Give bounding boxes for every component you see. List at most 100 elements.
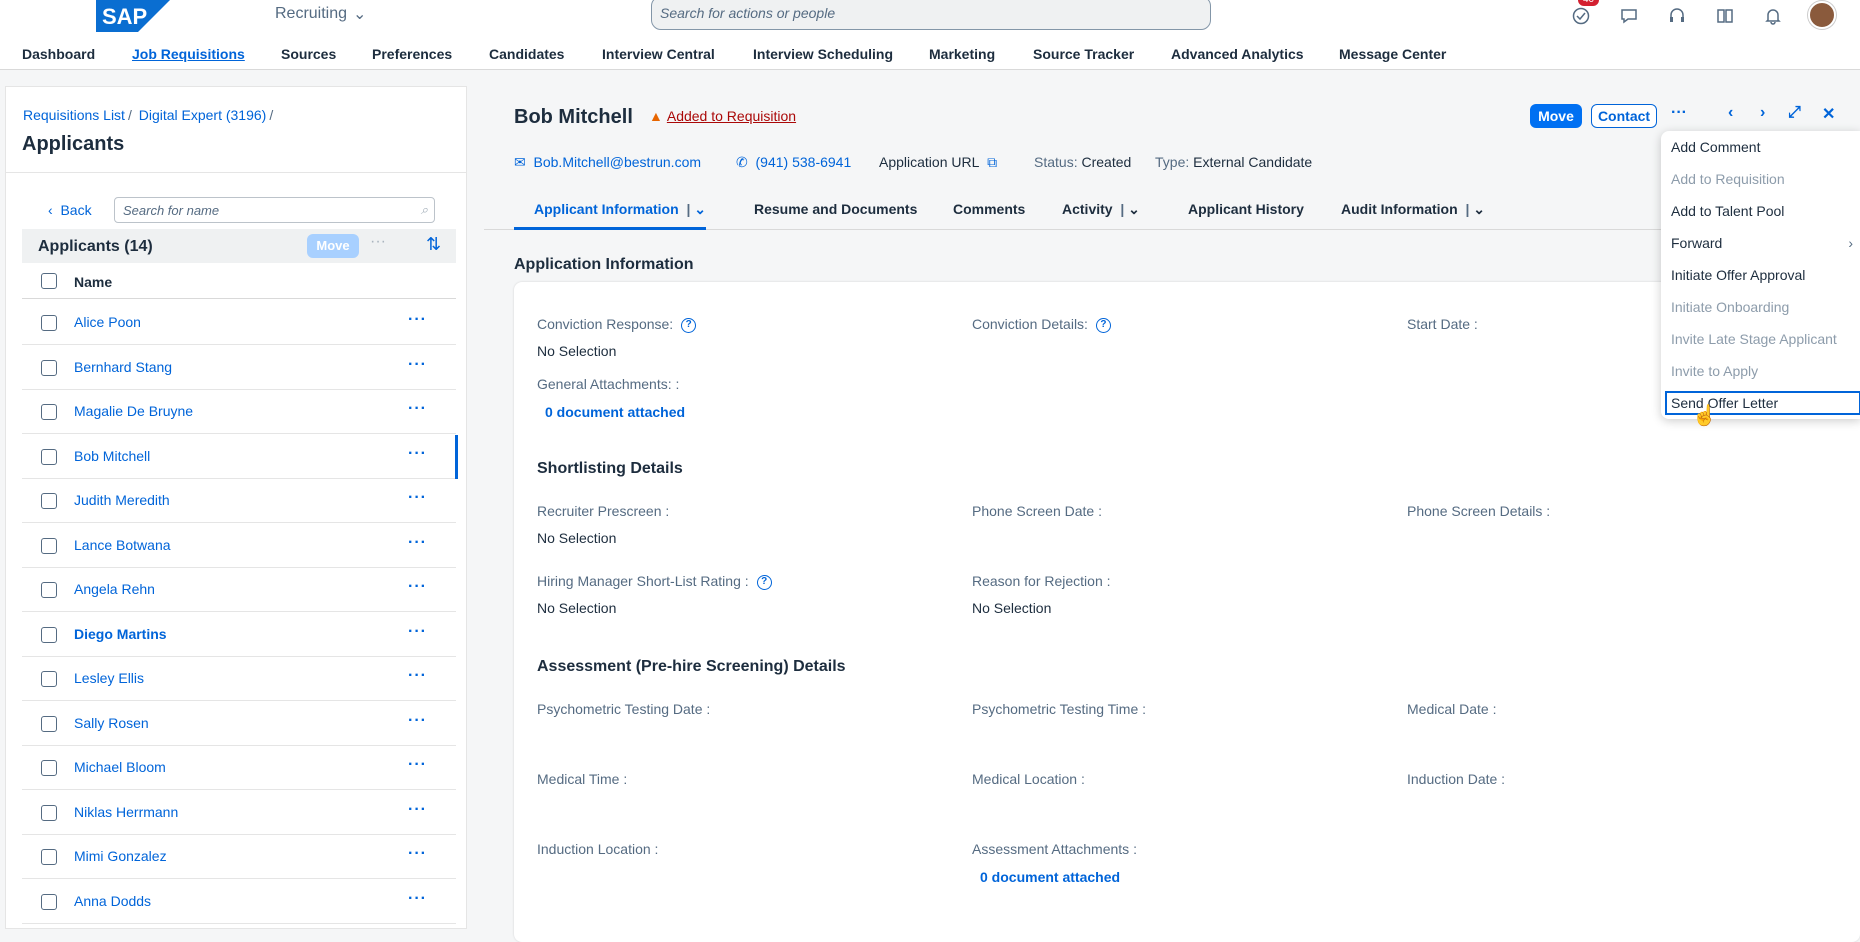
warning-link[interactable]: Added to Requisition bbox=[667, 108, 796, 124]
row-checkbox[interactable] bbox=[41, 849, 57, 865]
row-actions-icon[interactable]: ··· bbox=[408, 311, 427, 329]
row-checkbox[interactable] bbox=[41, 315, 57, 331]
nav-job-requisitions[interactable]: Job Requisitions bbox=[132, 46, 245, 62]
row-checkbox[interactable] bbox=[41, 582, 57, 598]
row-actions-icon[interactable]: ··· bbox=[408, 667, 427, 685]
move-button[interactable]: Move bbox=[1530, 104, 1582, 128]
more-actions-icon[interactable]: ··· bbox=[1671, 104, 1687, 122]
table-row[interactable]: Bernhard Stang ··· bbox=[22, 346, 456, 390]
contact-button[interactable]: Contact bbox=[1591, 104, 1657, 128]
row-checkbox[interactable] bbox=[41, 804, 57, 821]
tab-activity[interactable]: Activity | ⌄ bbox=[1062, 201, 1140, 218]
table-row[interactable]: Mimi Gonzalez ··· bbox=[22, 835, 456, 879]
table-row[interactable]: Bob Mitchell ··· bbox=[22, 434, 458, 479]
nav-message-center[interactable]: Message Center bbox=[1339, 46, 1446, 62]
sort-icon[interactable]: ⇅ bbox=[426, 234, 441, 255]
chevron-down-icon[interactable]: ⌄ bbox=[1473, 201, 1485, 217]
applicant-name-link[interactable]: Bernhard Stang bbox=[74, 359, 172, 375]
applicant-name-link[interactable]: Magalie De Bruyne bbox=[74, 403, 193, 419]
breadcrumb-requisitions-list[interactable]: Requisitions List bbox=[23, 107, 125, 123]
row-actions-icon[interactable]: ··· bbox=[408, 400, 427, 418]
chevron-right-icon[interactable]: › bbox=[1760, 104, 1765, 122]
fullscreen-icon[interactable]: ⤢ bbox=[1788, 104, 1801, 122]
menu-item-invite-late-stage-applicant[interactable]: Invite Late Stage Applicant bbox=[1671, 331, 1837, 347]
help-icon[interactable]: ? bbox=[756, 574, 772, 590]
row-checkbox[interactable] bbox=[41, 626, 57, 643]
row-checkbox[interactable] bbox=[41, 893, 57, 910]
table-row[interactable]: Michael Bloom ··· bbox=[22, 746, 456, 790]
tab-comments[interactable]: Comments bbox=[953, 201, 1025, 217]
row-checkbox[interactable] bbox=[41, 537, 57, 554]
table-row[interactable]: Diego Martins ··· bbox=[22, 613, 456, 657]
applicant-name-link[interactable]: Niklas Herrmann bbox=[74, 804, 178, 820]
row-actions-icon[interactable]: ··· bbox=[408, 489, 427, 507]
table-row[interactable]: Angela Rehn ··· bbox=[22, 568, 456, 612]
more-icon[interactable]: ··· bbox=[370, 233, 386, 251]
row-checkbox[interactable] bbox=[41, 760, 57, 776]
name-search-input[interactable]: Search for name ⌕ bbox=[114, 197, 435, 223]
table-row[interactable]: Niklas Herrmann ··· bbox=[22, 791, 456, 835]
move-button-disabled[interactable]: Move bbox=[307, 234, 359, 258]
table-row[interactable]: Lance Botwana ··· bbox=[22, 524, 456, 568]
applicant-name-link[interactable]: Anna Dodds bbox=[74, 893, 151, 909]
row-actions-icon[interactable]: ··· bbox=[408, 534, 427, 552]
chevron-left-icon[interactable]: ‹ bbox=[1728, 104, 1733, 122]
menu-item-invite-to-apply[interactable]: Invite to Apply bbox=[1671, 363, 1758, 379]
back-button[interactable]: ‹ Back bbox=[48, 202, 92, 218]
applicant-name-link[interactable]: Angela Rehn bbox=[74, 581, 155, 597]
email-link[interactable]: ✉ Bob.Mitchell@bestrun.com bbox=[514, 154, 701, 171]
row-checkbox[interactable] bbox=[41, 448, 57, 465]
nav-interview-central[interactable]: Interview Central bbox=[602, 46, 715, 62]
headset-icon[interactable] bbox=[1666, 5, 1688, 27]
row-checkbox[interactable] bbox=[41, 359, 57, 376]
row-actions-icon[interactable]: ··· bbox=[408, 845, 427, 863]
applicant-name-link[interactable]: Mimi Gonzalez bbox=[74, 848, 167, 864]
help-icon[interactable]: ? bbox=[681, 317, 697, 333]
close-icon[interactable]: ✕ bbox=[1822, 104, 1835, 124]
assessment-attachments-link[interactable]: 0 document attached bbox=[980, 869, 1120, 885]
nav-interview-scheduling[interactable]: Interview Scheduling bbox=[753, 46, 893, 62]
nav-sources[interactable]: Sources bbox=[281, 46, 336, 62]
applicant-name-link[interactable]: Lesley Ellis bbox=[74, 670, 144, 686]
menu-item-initiate-onboarding[interactable]: Initiate Onboarding bbox=[1671, 299, 1789, 315]
menu-item-add-comment[interactable]: Add Comment bbox=[1671, 139, 1760, 155]
phone-link[interactable]: ✆ (941) 538-6941 bbox=[736, 154, 851, 171]
table-row[interactable]: Lesley Ellis ··· bbox=[22, 657, 456, 701]
help-icon[interactable]: ? bbox=[1095, 317, 1111, 333]
nav-dashboard[interactable]: Dashboard bbox=[22, 46, 95, 62]
menu-item-add-to-requisition[interactable]: Add to Requisition bbox=[1671, 171, 1785, 187]
row-actions-icon[interactable]: ··· bbox=[408, 890, 427, 908]
applicant-name-link[interactable]: Judith Meredith bbox=[74, 492, 170, 508]
chevron-down-icon[interactable]: ⌄ bbox=[1128, 201, 1140, 217]
general-attachments-link[interactable]: 0 document attached bbox=[545, 404, 685, 420]
user-avatar[interactable] bbox=[1808, 1, 1836, 29]
row-actions-icon[interactable]: ··· bbox=[408, 578, 427, 596]
applicant-name-link[interactable]: Lance Botwana bbox=[74, 537, 171, 553]
menu-item-add-to-talent-pool[interactable]: Add to Talent Pool bbox=[1671, 203, 1784, 219]
row-actions-icon[interactable]: ··· bbox=[408, 756, 427, 774]
tab-applicant-history[interactable]: Applicant History bbox=[1188, 201, 1304, 217]
breadcrumb-requisition[interactable]: Digital Expert (3196) bbox=[139, 107, 267, 123]
table-row[interactable]: Magalie De Bruyne ··· bbox=[22, 390, 456, 434]
table-row[interactable]: Sally Rosen ··· bbox=[22, 702, 456, 746]
nav-advanced-analytics[interactable]: Advanced Analytics bbox=[1171, 46, 1304, 62]
table-row[interactable]: Anna Dodds ··· bbox=[22, 880, 456, 924]
copy-icon[interactable]: ⧉ bbox=[987, 154, 997, 170]
nav-candidates[interactable]: Candidates bbox=[489, 46, 564, 62]
row-checkbox[interactable] bbox=[41, 493, 57, 509]
nav-preferences[interactable]: Preferences bbox=[372, 46, 452, 62]
menu-item-forward[interactable]: Forward › bbox=[1671, 235, 1857, 251]
global-search-input[interactable]: Search for actions or people bbox=[651, 0, 1211, 30]
app-switcher[interactable]: Recruiting ⌄ bbox=[275, 4, 366, 24]
sap-logo[interactable]: SAP bbox=[96, 0, 170, 32]
feedback-icon[interactable] bbox=[1618, 5, 1640, 27]
row-actions-icon[interactable]: ··· bbox=[408, 712, 427, 730]
row-actions-icon[interactable]: ··· bbox=[408, 445, 427, 463]
menu-item-initiate-offer-approval[interactable]: Initiate Offer Approval bbox=[1671, 267, 1805, 283]
select-all-checkbox[interactable] bbox=[41, 273, 57, 289]
chevron-down-icon[interactable]: ⌄ bbox=[694, 201, 706, 217]
bell-icon[interactable] bbox=[1762, 5, 1784, 27]
row-actions-icon[interactable]: ··· bbox=[408, 623, 427, 641]
applicant-name-link[interactable]: Alice Poon bbox=[74, 314, 141, 330]
table-row[interactable]: Judith Meredith ··· bbox=[22, 479, 456, 523]
